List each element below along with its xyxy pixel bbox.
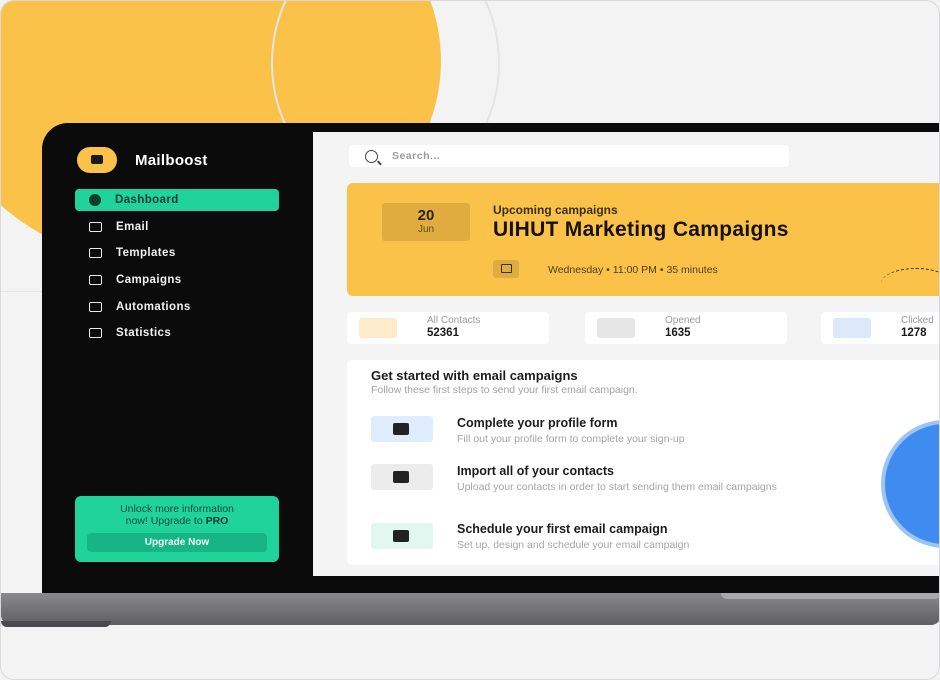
mailbox-logo-icon xyxy=(77,147,117,173)
users-icon xyxy=(371,464,433,490)
sidebar-nav: Dashboard Email Templates Campaigns Auto… xyxy=(75,189,279,349)
campaign-subtitle: Upcoming campaigns xyxy=(493,203,618,217)
sidebar-item-label: Campaigns xyxy=(116,274,182,287)
sidebar-item-email[interactable]: Email xyxy=(75,216,279,238)
upgrade-line-1: Unlock more information xyxy=(120,503,234,515)
sidebar-item-label: Statistics xyxy=(116,327,172,340)
laptop-base-foot xyxy=(1,621,111,627)
stat-value: 1278 xyxy=(901,327,927,339)
campaign-title: UIHUT Marketing Campaigns xyxy=(493,218,789,241)
stat-label: All Contacts xyxy=(427,315,481,326)
stat-card-clicked[interactable]: Clicked 1278 xyxy=(821,312,939,344)
brand-name: Mailboost xyxy=(135,151,208,169)
step-desc-schedule: Set up, design and schedule your email c… xyxy=(457,539,690,551)
stat-label: Clicked xyxy=(901,315,934,326)
stat-value: 1635 xyxy=(665,327,691,339)
calendar-icon xyxy=(493,260,519,278)
step-title-schedule[interactable]: Schedule your first email campaign xyxy=(457,522,667,536)
upcoming-campaign-card[interactable]: 20 Jun Upcoming campaigns UIHUT Marketin… xyxy=(347,183,939,299)
main-content: Search... 20 Jun Upcoming campaigns UIHU… xyxy=(313,132,939,576)
campaign-date-month: Jun xyxy=(417,224,435,235)
sidebar-item-label: Automations xyxy=(116,300,191,313)
sidebar-item-statistics[interactable]: Statistics xyxy=(75,322,279,344)
search-icon xyxy=(365,149,378,163)
eye-icon xyxy=(597,318,635,338)
automation-icon xyxy=(89,301,102,312)
search-input[interactable]: Search... xyxy=(392,150,440,162)
pie-chart-icon xyxy=(89,194,101,206)
campaign-date-day: 20 xyxy=(417,207,435,224)
pointer-icon xyxy=(833,318,871,338)
get-started-subtitle: Follow these first steps to send your fi… xyxy=(371,384,638,396)
stat-value: 52361 xyxy=(427,327,459,339)
sidebar-item-dashboard[interactable]: Dashboard xyxy=(75,189,279,211)
upgrade-card: Unlock more information now! Upgrade to … xyxy=(75,496,279,562)
step-title-import[interactable]: Import all of your contacts xyxy=(457,464,614,478)
step-title-profile[interactable]: Complete your profile form xyxy=(457,416,617,430)
sidebar-item-templates[interactable]: Templates xyxy=(75,242,279,264)
sidebar-item-automations[interactable]: Automations xyxy=(75,296,279,318)
decorative-dashed-arc xyxy=(881,268,939,299)
upgrade-pro-label: PRO xyxy=(205,515,229,527)
mail-icon xyxy=(89,221,102,232)
users-icon xyxy=(359,318,397,338)
campaign-date: 20 Jun xyxy=(382,203,470,241)
stat-card-opened[interactable]: Opened 1635 xyxy=(585,312,787,344)
campaign-meta: Wednesday • 11:00 PM • 35 minutes xyxy=(548,264,718,276)
template-icon xyxy=(89,248,102,259)
get-started-title: Get started with email campaigns xyxy=(371,368,578,383)
mail-icon xyxy=(371,523,433,549)
search-bar[interactable]: Search... xyxy=(349,145,789,167)
bar-chart-icon xyxy=(89,328,102,339)
checkbox-icon xyxy=(371,416,433,442)
screenshot-frame: Mailboost Dashboard Email Templates Camp… xyxy=(0,0,940,680)
upgrade-line-2: now! Upgrade to xyxy=(125,515,206,527)
stat-card-all-contacts[interactable]: All Contacts 52361 xyxy=(347,312,549,344)
sidebar: Mailboost Dashboard Email Templates Camp… xyxy=(49,131,311,579)
step-desc-profile: Fill out your profile form to complete y… xyxy=(457,433,685,445)
step-desc-import: Upload your contacts in order to start s… xyxy=(457,481,777,493)
upgrade-text: Unlock more information now! Upgrade to … xyxy=(87,503,267,527)
sidebar-item-campaigns[interactable]: Campaigns xyxy=(75,269,279,291)
sidebar-item-label: Email xyxy=(116,220,149,233)
laptop-base-notch xyxy=(721,593,939,599)
sidebar-item-label: Dashboard xyxy=(115,194,179,206)
megaphone-icon xyxy=(89,275,102,286)
upgrade-now-button[interactable]: Upgrade Now xyxy=(87,533,267,552)
stat-label: Opened xyxy=(665,315,701,326)
sidebar-item-label: Templates xyxy=(116,247,176,260)
get-started-panel: Get started with email campaigns Follow … xyxy=(347,360,939,565)
brand[interactable]: Mailboost xyxy=(77,147,208,173)
